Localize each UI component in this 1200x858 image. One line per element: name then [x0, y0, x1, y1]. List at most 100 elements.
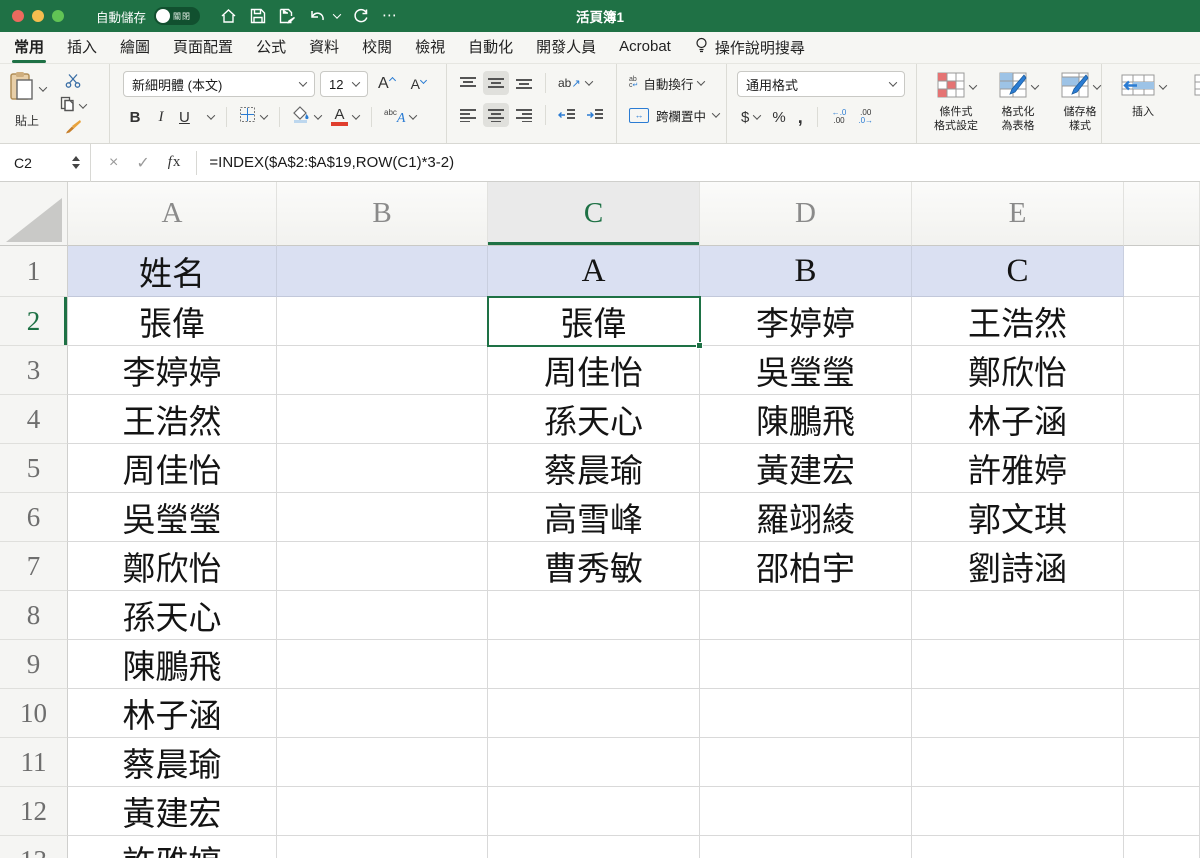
column-header-D[interactable]: D [700, 182, 912, 246]
cell-D8[interactable] [700, 591, 912, 640]
tab-公式[interactable]: 公式 [256, 30, 286, 65]
cell-C6[interactable]: 高雪峰 [488, 493, 700, 542]
tab-Acrobat[interactable]: Acrobat [619, 32, 671, 63]
cell-D10[interactable] [700, 689, 912, 738]
home-icon[interactable] [220, 8, 237, 24]
name-box[interactable]: C2 [0, 155, 72, 171]
number-format-combobox[interactable]: 通用格式 [737, 71, 905, 97]
cell-D2[interactable]: 李婷婷 [700, 297, 912, 346]
row-header-11[interactable]: 11 [0, 738, 68, 787]
tab-開發人員[interactable]: 開發人員 [536, 30, 596, 65]
orientation-button[interactable]: ab↗ [554, 71, 596, 95]
save-icon[interactable] [250, 8, 266, 24]
align-right-button[interactable] [511, 103, 537, 127]
copy-dropdown-chevron[interactable] [79, 100, 87, 108]
cell-B13[interactable] [277, 836, 488, 858]
cell-C8[interactable] [488, 591, 700, 640]
name-box-stepper[interactable] [72, 156, 80, 169]
column-header-C[interactable]: C [488, 182, 700, 246]
cell-F5[interactable] [1124, 444, 1200, 493]
cell-A5[interactable]: 周佳怡 [68, 444, 277, 493]
font-size-combobox[interactable]: 12 [320, 71, 368, 97]
fill-color-chevron[interactable] [314, 111, 322, 119]
merge-center-chevron[interactable] [712, 109, 720, 117]
cell-D3[interactable]: 吳瑩瑩 [700, 346, 912, 395]
cell-E12[interactable] [912, 787, 1124, 836]
insert-function-icon[interactable]: fx [168, 154, 181, 171]
shrink-font-button[interactable]: A [407, 72, 430, 96]
increase-indent-button[interactable] [582, 103, 608, 127]
more-commands-icon[interactable]: ⋯ [382, 11, 398, 21]
row-header-1[interactable]: 1 [0, 246, 68, 297]
cell-D11[interactable] [700, 738, 912, 787]
text-effects-button[interactable]: abcA [380, 105, 420, 129]
cell-C5[interactable]: 蔡晨瑜 [488, 444, 700, 493]
row-header-9[interactable]: 9 [0, 640, 68, 689]
cell-A10[interactable]: 林子涵 [68, 689, 277, 738]
cell-C13[interactable] [488, 836, 700, 858]
formula-input[interactable]: =INDEX($A$2:$A$19,ROW(C1)*3-2) [209, 154, 454, 171]
decrease-indent-button[interactable] [554, 103, 580, 127]
undo-icon[interactable] [309, 8, 326, 24]
column-header-B[interactable]: B [277, 182, 488, 246]
cell-F10[interactable] [1124, 689, 1200, 738]
select-all-corner[interactable] [0, 182, 68, 246]
conditional-formatting-chevron[interactable] [968, 81, 976, 89]
wrap-text-chevron[interactable] [697, 77, 705, 85]
cell-C11[interactable] [488, 738, 700, 787]
cell-D7[interactable]: 邵柏宇 [700, 542, 912, 591]
cell-F3[interactable] [1124, 346, 1200, 395]
cell-E11[interactable] [912, 738, 1124, 787]
insert-cells-chevron[interactable] [1158, 81, 1166, 89]
tab-檢視[interactable]: 檢視 [415, 30, 445, 65]
row-header-12[interactable]: 12 [0, 787, 68, 836]
row-header-13[interactable]: 13 [0, 836, 68, 858]
align-middle-button[interactable] [483, 71, 509, 95]
cell-D6[interactable]: 羅翊綾 [700, 493, 912, 542]
underline-chevron[interactable] [207, 111, 215, 119]
column-header-partial[interactable] [1124, 182, 1200, 246]
text-effects-chevron[interactable] [409, 111, 417, 119]
align-top-button[interactable] [455, 71, 481, 95]
align-center-button[interactable] [483, 103, 509, 127]
cell-B6[interactable] [277, 493, 488, 542]
cell-D1[interactable]: B [700, 246, 912, 297]
format-as-table-button[interactable]: 格式化為表格 [989, 71, 1047, 143]
column-header-E[interactable]: E [912, 182, 1124, 246]
align-bottom-button[interactable] [511, 71, 537, 95]
cell-B1[interactable] [277, 246, 488, 297]
cell-B4[interactable] [277, 395, 488, 444]
cell-E10[interactable] [912, 689, 1124, 738]
align-left-button[interactable] [455, 103, 481, 127]
cell-B8[interactable] [277, 591, 488, 640]
cell-D12[interactable] [700, 787, 912, 836]
fill-color-button[interactable] [288, 105, 325, 129]
cell-B2[interactable] [277, 297, 488, 346]
cell-F6[interactable] [1124, 493, 1200, 542]
cell-E5[interactable]: 許雅婷 [912, 444, 1124, 493]
cell-E4[interactable]: 林子涵 [912, 395, 1124, 444]
cell-C10[interactable] [488, 689, 700, 738]
copy-button[interactable] [56, 96, 90, 116]
cell-F13[interactable] [1124, 836, 1200, 858]
cell-C12[interactable] [488, 787, 700, 836]
cell-E8[interactable] [912, 591, 1124, 640]
italic-button[interactable]: I [149, 105, 173, 129]
cell-F9[interactable] [1124, 640, 1200, 689]
tab-頁面配置[interactable]: 頁面配置 [173, 30, 233, 65]
row-header-4[interactable]: 4 [0, 395, 68, 444]
cell-D4[interactable]: 陳鵬飛 [700, 395, 912, 444]
cell-E3[interactable]: 鄭欣怡 [912, 346, 1124, 395]
cell-F8[interactable] [1124, 591, 1200, 640]
cell-B12[interactable] [277, 787, 488, 836]
cell-D5[interactable]: 黃建宏 [700, 444, 912, 493]
cell-E6[interactable]: 郭文琪 [912, 493, 1124, 542]
cell-F1[interactable] [1124, 246, 1200, 297]
format-as-table-chevron[interactable] [1030, 81, 1038, 89]
cell-C3[interactable]: 周佳怡 [488, 346, 700, 395]
currency-button[interactable]: $ [737, 105, 764, 129]
insert-cells-button[interactable]: 插入 [1114, 71, 1172, 143]
cell-E9[interactable] [912, 640, 1124, 689]
tab-校閱[interactable]: 校閱 [362, 30, 392, 65]
confirm-entry-icon[interactable]: ✓ [136, 153, 149, 173]
